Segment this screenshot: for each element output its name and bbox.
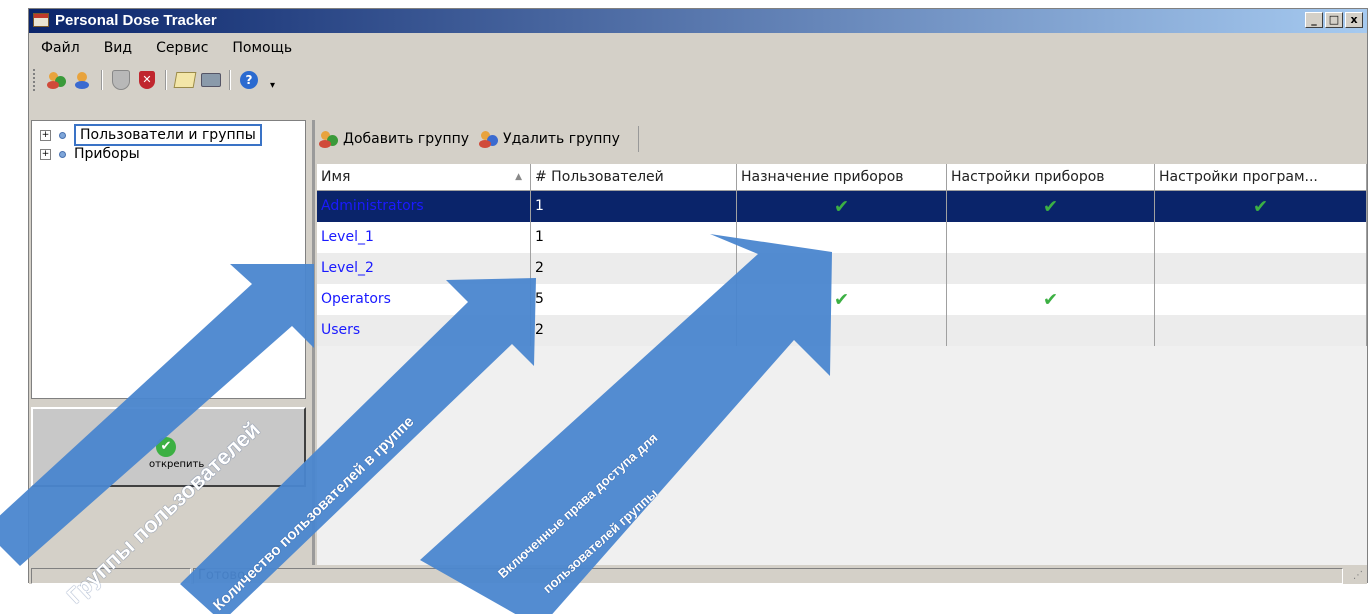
annotation-layer (0, 234, 832, 614)
